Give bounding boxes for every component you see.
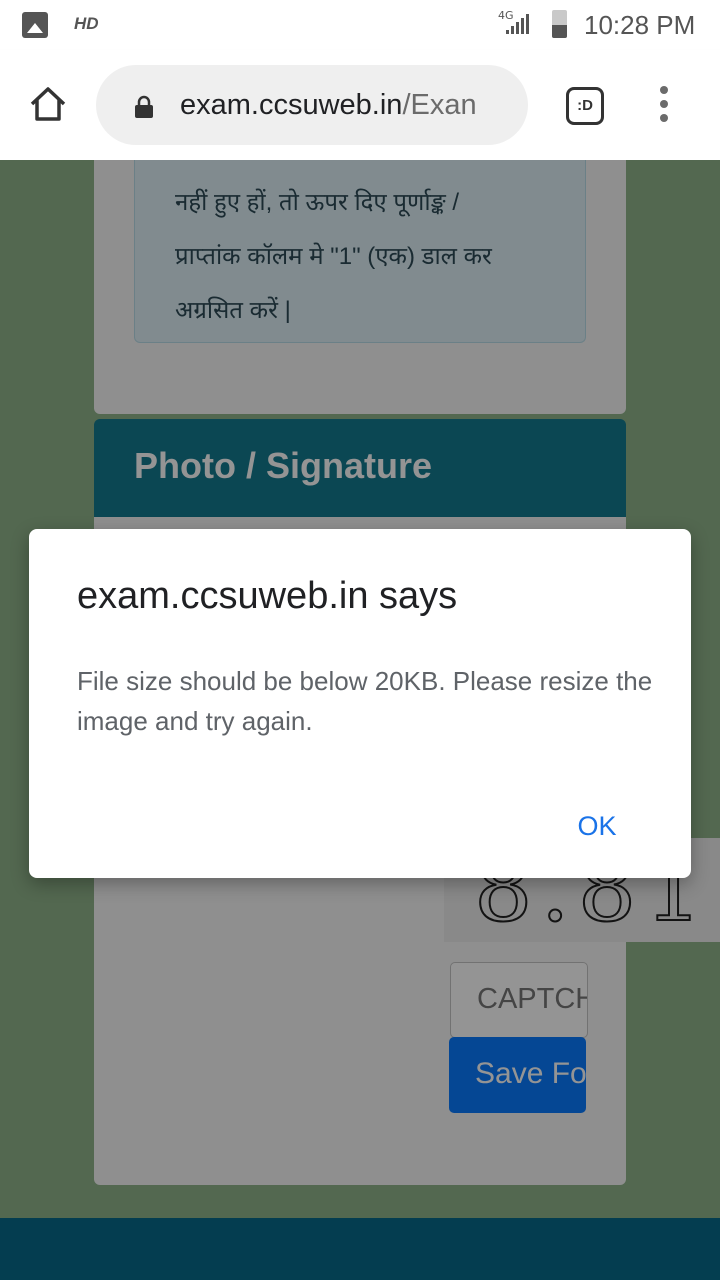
address-bar[interactable]: exam.ccsuweb.in/Exan	[96, 65, 528, 145]
status-bar: HD 4G 10:28 PM	[0, 0, 720, 50]
more-menu-icon[interactable]	[658, 86, 670, 126]
url-path: /Exan	[402, 89, 477, 121]
tab-switcher-button[interactable]: :D	[566, 87, 604, 125]
url-domain: exam.ccsuweb.in	[180, 89, 403, 121]
clock: 10:28 PM	[584, 10, 696, 40]
image-notification-icon	[22, 12, 48, 38]
signal-4g-icon: 4G	[498, 9, 529, 34]
network-label: 4G	[498, 9, 514, 22]
hd-indicator: HD	[74, 14, 99, 33]
battery-icon	[552, 10, 567, 38]
url-text: exam.ccsuweb.in/Exan	[180, 89, 477, 122]
lock-icon	[135, 95, 153, 118]
browser-toolbar: exam.ccsuweb.in/Exan :D	[0, 50, 720, 160]
dialog-title: exam.ccsuweb.in says	[77, 575, 458, 617]
alert-dialog: exam.ccsuweb.in says File size should be…	[29, 529, 691, 878]
ok-button[interactable]: OK	[559, 801, 635, 851]
dialog-message: File size should be below 20KB. Please r…	[77, 666, 653, 736]
home-icon[interactable]	[28, 84, 68, 124]
